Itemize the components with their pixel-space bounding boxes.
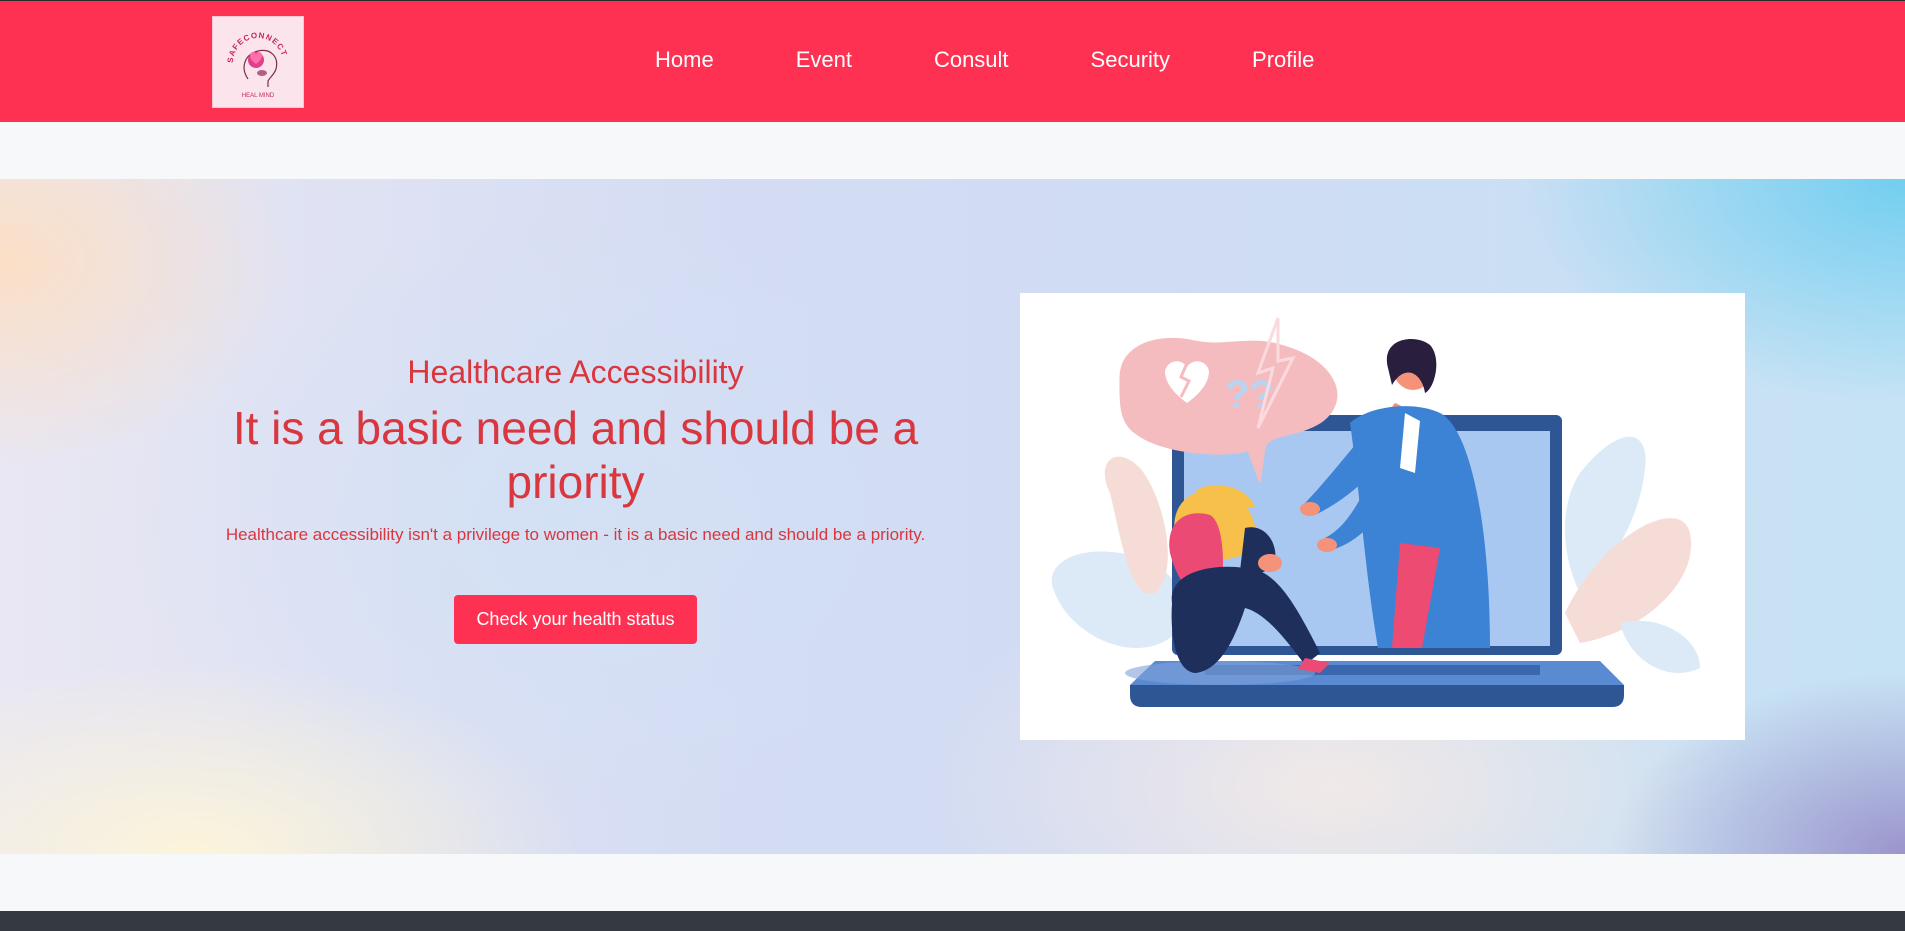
check-health-status-button[interactable]: Check your health status xyxy=(454,595,697,644)
hero-headline: It is a basic need and should be a prior… xyxy=(232,402,919,508)
footer xyxy=(0,911,1905,931)
nav-home[interactable]: Home xyxy=(655,47,714,73)
brain-heart-logo-icon: SAFECONNECT HEAL MIND xyxy=(226,31,288,99)
svg-text:HEAL MIND: HEAL MIND xyxy=(242,93,275,99)
hero-illustration: ?? xyxy=(1020,293,1745,740)
navbar: SAFECONNECT HEAL MIND Home Event Consult… xyxy=(0,0,1905,122)
hero-text-block: Healthcare Accessibility It is a basic n… xyxy=(222,354,929,644)
nav-profile[interactable]: Profile xyxy=(1252,47,1314,73)
nav-security[interactable]: Security xyxy=(1091,47,1170,73)
hero-description: Healthcare accessibility isn't a privile… xyxy=(225,525,926,544)
brand-logo[interactable]: SAFECONNECT HEAL MIND xyxy=(212,16,304,108)
hero-section: Healthcare Accessibility It is a basic n… xyxy=(0,179,1905,854)
nav-consult[interactable]: Consult xyxy=(934,47,1009,73)
hero-eyebrow: Healthcare Accessibility xyxy=(407,354,744,390)
section-spacer xyxy=(0,122,1905,179)
main-nav: Home Event Consult Security Profile xyxy=(655,47,1396,73)
nav-event[interactable]: Event xyxy=(796,47,852,73)
counselor-support-illustration-icon: ?? xyxy=(1051,317,1700,707)
section-spacer-bottom xyxy=(0,854,1905,911)
